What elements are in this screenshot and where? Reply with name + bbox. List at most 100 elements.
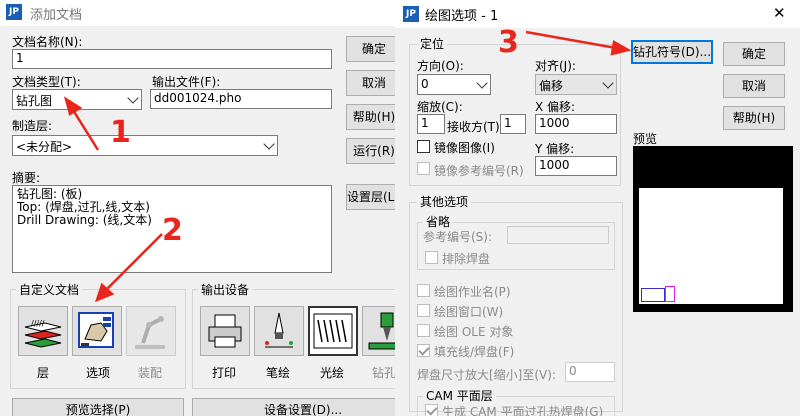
photo-plot-icon-button[interactable] [308,306,358,356]
dialog2-titlebar: JP 绘图选项 - 1 ✕ [395,0,800,28]
pad-scale-input[interactable]: 0 [565,362,615,382]
cam-group-title: CAM 平面层 [423,387,496,404]
option-label: 绘图窗口(W) [434,305,504,319]
output-device-group-title: 输出设备 [198,281,253,298]
chevron-down-icon [602,76,614,89]
align-label: 对齐(J): [535,59,576,73]
dialog1-title: 添加文档 [30,8,83,23]
position-group-title: 定位 [417,35,448,52]
layer-label: 制造层: [12,119,53,133]
output-file-input[interactable]: dd001024.pho [150,89,332,109]
option-label: 填充线/焊盘(F) [434,345,515,359]
help-button[interactable]: 帮助(H) [346,104,402,130]
printer-icon [208,314,242,348]
exclude-pads-label: 排除焊盘 [442,252,491,266]
layer-select[interactable]: <未分配> [12,135,278,156]
mirror-label: 镜像图像(I) [434,141,495,155]
preview-board [639,188,783,304]
custom-doc-group-title: 自定义文档 [16,281,83,298]
preview-pane [633,146,793,312]
print-icon-button[interactable] [200,306,250,356]
drill-symbol-button[interactable]: 钻孔符号(D)... [631,40,713,64]
app-icon: JP [403,6,419,22]
doc-type-label: 文档类型(T): [12,75,81,89]
annotation-number-3: 3 [498,25,519,60]
custom-item-label: 选项 [86,366,111,380]
set-layers-button[interactable]: 设置层(L)... [346,184,411,210]
y-offset-label: Y 偏移: [535,142,575,156]
chevron-down-icon [263,137,275,150]
layer-value: <未分配> [16,140,73,154]
assembly-icon-button[interactable] [126,306,176,356]
scale-mid-label: 接收方(T) [447,120,500,134]
ref-input[interactable] [507,226,609,244]
layers-icon: ///// [24,319,62,348]
scale-input-a[interactable]: 1 [417,114,445,134]
option-label: 绘图 OLE 对象 [434,325,514,339]
help-button[interactable]: 帮助(H) [723,106,785,130]
custom-item-label: 层 [37,366,50,380]
options-hand-icon [78,312,114,348]
robot-arm-icon [135,316,165,349]
close-icon[interactable]: ✕ [773,4,786,22]
summary-label: 摘要: [12,171,41,185]
align-select[interactable]: 偏移 [535,74,617,95]
other-options-group-title: 其他选项 [417,193,472,210]
device-setup-button[interactable]: 设备设置(D)... [192,398,414,416]
plot-window-checkbox[interactable] [417,304,430,317]
doc-type-value: 钻孔图 [16,94,53,108]
plot-options-dialog: JP 绘图选项 - 1 ✕ 定位 方向(O): 0 对齐(J): 偏移 缩放(C… [395,0,800,416]
y-offset-input[interactable]: 1000 [535,156,617,176]
ok-button[interactable]: 确定 [346,36,402,62]
dialog1-titlebar: JP 添加文档 [0,0,419,26]
options-icon-button[interactable] [72,306,122,356]
option-label: 绘图作业名(P) [434,285,511,299]
orientation-select[interactable]: 0 [417,74,491,95]
fill-pads-checkbox[interactable] [417,344,430,357]
preview-select-button[interactable]: 预览选择(P) [12,398,184,416]
output-item-label: 钻孔 [372,366,397,380]
mirror-ref-checkbox[interactable] [417,162,430,175]
orientation-label: 方向(O): [417,59,464,73]
svg-text://///: ///// [31,319,45,328]
doc-name-input[interactable]: 1 [12,49,332,69]
mirror-checkbox[interactable] [417,140,430,153]
x-offset-input[interactable]: 1000 [535,114,617,134]
scale-input-b[interactable]: 1 [500,114,526,134]
cam-option-label: 生成 CAM 平面过孔热焊盘(G) [442,405,604,416]
x-offset-label: X 偏移: [535,100,576,114]
pen-plot-icon-button[interactable] [254,306,304,356]
run-button[interactable]: 运行(R) [346,138,402,164]
ok-button[interactable]: 确定 [723,42,785,66]
plot-job-name-checkbox[interactable] [417,284,430,297]
add-document-dialog: JP 添加文档 文档名称(N): 1 文档类型(T): 钻孔图 输出文件(F):… [0,0,420,416]
cam-thermal-checkbox[interactable] [425,404,438,416]
preview-blue-rect [641,288,665,302]
output-item-label: 笔绘 [266,366,291,380]
exclude-pads-checkbox[interactable] [425,251,438,264]
custom-item-label: 装配 [138,366,163,380]
dialog2-title: 绘图选项 - 1 [425,9,499,24]
annotation-number-1: 1 [110,115,131,150]
align-value: 偏移 [539,79,564,93]
photo-plotter-icon [313,313,353,349]
preview-magenta-rect [665,286,675,302]
cancel-button[interactable]: 取消 [346,70,402,96]
ref-label: 参考编号(S): [423,230,493,244]
doc-name-label: 文档名称(N): [12,35,83,49]
output-file-label: 输出文件(F): [152,75,221,89]
output-item-label: 打印 [212,366,237,380]
chevron-down-icon [476,76,488,89]
chevron-down-icon [127,91,139,104]
pen-plotter-icon [265,312,293,348]
pad-scale-label: 焊盘尺寸放大[缩小]至(V): [417,368,556,382]
annotation-number-2: 2 [162,213,183,248]
app-icon: JP [6,4,22,20]
layers-icon-button[interactable]: ///// [18,306,68,356]
mirror-ref-label: 镜像参考编号(R) [434,164,524,178]
orientation-value: 0 [421,77,429,91]
preview-label: 预览 [633,132,658,146]
cancel-button[interactable]: 取消 [723,74,785,98]
doc-type-select[interactable]: 钻孔图 [12,89,142,110]
plot-ole-checkbox[interactable] [417,324,430,337]
